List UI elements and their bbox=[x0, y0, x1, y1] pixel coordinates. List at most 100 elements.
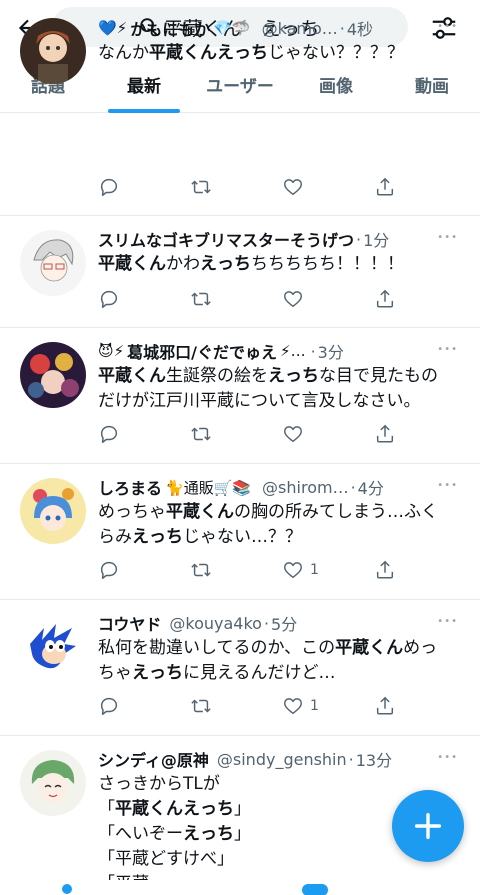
ellipsis-icon[interactable]: ••• bbox=[437, 616, 458, 627]
retweet-button[interactable] bbox=[190, 287, 212, 311]
separator-dot: · bbox=[263, 613, 270, 633]
ellipsis-icon[interactable]: ••• bbox=[437, 752, 458, 763]
timestamp[interactable]: 5分 bbox=[271, 611, 297, 635]
ellipsis-icon[interactable]: ••• bbox=[437, 232, 458, 243]
reply-icon bbox=[98, 176, 120, 198]
highlighted-term: 平蔵くんえっち bbox=[115, 799, 234, 819]
like-button[interactable] bbox=[282, 422, 304, 446]
retweet-button[interactable] bbox=[190, 175, 212, 199]
display-name[interactable]: 葛城邪口/ぐだでゅえ bbox=[127, 339, 277, 363]
share-button[interactable] bbox=[374, 287, 396, 311]
tweet-text: めっちゃ平蔵くんの胸の所みてしまう…ふく らみえっちじゃない…？？ bbox=[98, 500, 460, 550]
display-name[interactable]: スリムなゴキブリマスターそうげつ bbox=[98, 227, 354, 251]
plus-icon bbox=[414, 812, 442, 840]
display-name[interactable]: かもにもか bbox=[130, 16, 210, 40]
text-segment: の胸の所みてしまう…ふく bbox=[234, 502, 438, 522]
display-name[interactable]: しろまる bbox=[98, 475, 162, 499]
retweet-icon bbox=[190, 288, 212, 310]
tweet-header: しろまる 🐈通販🛒📚 @shirom… · 4分 bbox=[98, 474, 460, 500]
retweet-button[interactable] bbox=[190, 558, 212, 582]
text-segment: 私何を勘違いしてるのか、この bbox=[98, 638, 336, 658]
reply-button[interactable] bbox=[98, 422, 120, 446]
nav-home-indicator[interactable] bbox=[62, 884, 72, 894]
like-button[interactable] bbox=[282, 287, 304, 311]
like-button[interactable]: 1 bbox=[282, 694, 319, 718]
user-handle[interactable]: @sindy_genshin bbox=[217, 750, 347, 769]
display-name[interactable]: シンディ@原神 bbox=[98, 747, 209, 771]
highlighted-term: 平蔵くんえっち bbox=[149, 43, 268, 63]
avatar[interactable] bbox=[20, 750, 86, 816]
name-suffix-emoji: 🐈通販🛒📚 bbox=[165, 478, 252, 497]
text-segment: 生誕祭の絵を bbox=[166, 366, 268, 386]
share-button[interactable] bbox=[374, 422, 396, 446]
avatar[interactable] bbox=[20, 18, 86, 84]
retweet-button[interactable] bbox=[190, 694, 212, 718]
highlighted-term: 平蔵くん bbox=[166, 502, 234, 522]
retweet-button[interactable] bbox=[190, 422, 212, 446]
timestamp[interactable]: 1分 bbox=[363, 227, 389, 251]
user-handle[interactable]: @shirom… bbox=[262, 478, 349, 497]
tweet-actions bbox=[98, 422, 398, 446]
user-handle[interactable]: @kamo… bbox=[262, 19, 338, 38]
text-segment: じゃない…？？ bbox=[183, 527, 302, 547]
heart-icon bbox=[282, 176, 304, 198]
share-button[interactable] bbox=[374, 558, 396, 582]
share-button[interactable] bbox=[374, 175, 396, 199]
text-segment: なんか bbox=[98, 43, 149, 63]
text-segment: な目で見たもの bbox=[319, 366, 438, 386]
timestamp[interactable]: 3分 bbox=[318, 339, 344, 363]
heart-icon bbox=[282, 695, 304, 717]
highlighted-term: えっち bbox=[183, 824, 234, 844]
reply-button[interactable] bbox=[98, 287, 120, 311]
highlighted-term: 平蔵くん bbox=[335, 638, 404, 658]
separator-dot: · bbox=[350, 477, 356, 497]
avatar[interactable] bbox=[20, 614, 86, 680]
highlighted-term: えっち bbox=[268, 366, 319, 386]
like-button[interactable] bbox=[282, 175, 304, 199]
nav-notification-badge[interactable] bbox=[302, 884, 328, 895]
retweet-icon bbox=[190, 176, 212, 198]
tweet-text-line: 平蔵くんかわえっちちちちちち！！！！ bbox=[98, 252, 460, 277]
retweet-icon bbox=[190, 423, 212, 445]
share-icon bbox=[374, 288, 396, 310]
avatar[interactable] bbox=[20, 230, 86, 296]
display-name[interactable]: コウヤド bbox=[98, 611, 161, 635]
like-button[interactable]: 1 bbox=[282, 558, 319, 582]
text-segment: じゃない？？？？ bbox=[268, 43, 404, 63]
ellipsis-icon[interactable]: ••• bbox=[437, 344, 458, 355]
share-icon bbox=[374, 176, 396, 198]
tweet-text: なんか平蔵くんえっちじゃない？？？？ bbox=[98, 41, 460, 66]
tweet-cell[interactable] bbox=[0, 113, 480, 216]
reply-button[interactable] bbox=[98, 558, 120, 582]
highlighted-term: えっち bbox=[200, 254, 251, 274]
user-handle[interactable]: @kouya4ko bbox=[169, 614, 262, 633]
compose-button[interactable] bbox=[392, 790, 464, 862]
timestamp[interactable]: 4秒 bbox=[347, 16, 373, 40]
timestamp[interactable]: 4分 bbox=[358, 475, 384, 499]
reply-button[interactable] bbox=[98, 694, 120, 718]
text-segment: かわ bbox=[166, 254, 200, 274]
tweet-text-line: 平蔵くん生誕祭の絵をえっちな目で見たもの bbox=[98, 364, 460, 389]
share-icon bbox=[374, 559, 396, 581]
ellipsis-icon[interactable]: ••• bbox=[437, 21, 458, 32]
avatar[interactable] bbox=[20, 342, 86, 408]
tweet-text-line: らみえっちじゃない…？？ bbox=[98, 525, 460, 550]
avatar[interactable] bbox=[20, 478, 86, 544]
text-segment: 「平蔵どすけべ」 bbox=[98, 849, 234, 869]
share-icon bbox=[374, 695, 396, 717]
tweet-text: 平蔵くんかわえっちちちちちち！！！！ bbox=[98, 252, 460, 277]
highlighted-term: 平蔵くん bbox=[98, 366, 166, 386]
reply-icon bbox=[98, 559, 120, 581]
reply-button[interactable] bbox=[98, 175, 120, 199]
name-suffix-emoji: 💎🦈 bbox=[213, 19, 251, 37]
reply-icon bbox=[98, 288, 120, 310]
ellipsis-icon[interactable]: ••• bbox=[437, 480, 458, 491]
timestamp[interactable]: 13分 bbox=[356, 747, 392, 771]
text-segment: に見えるんだけど… bbox=[183, 663, 336, 683]
share-icon bbox=[374, 423, 396, 445]
text-segment: 」 bbox=[234, 799, 251, 819]
separator-dot: · bbox=[339, 18, 345, 38]
share-button[interactable] bbox=[374, 694, 396, 718]
tweet-header: スリムなゴキブリマスターそうげつ · 1分 bbox=[98, 226, 460, 252]
text-segment: 「へいぞー bbox=[98, 824, 183, 844]
